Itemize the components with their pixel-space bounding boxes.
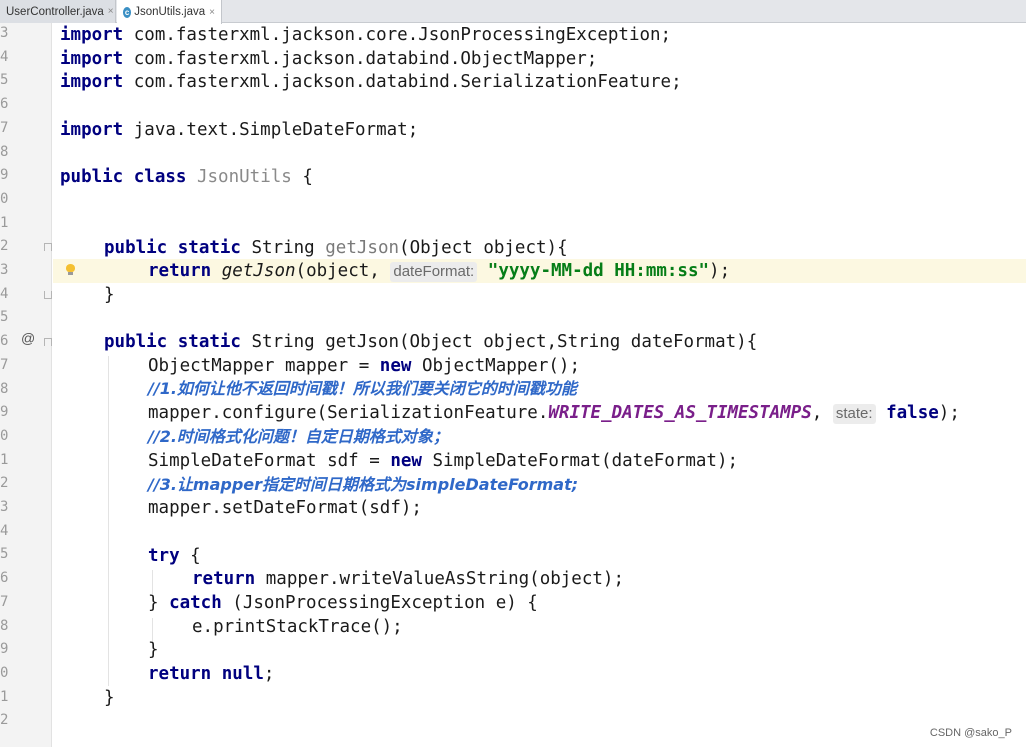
tab-jsonutils[interactable]: c JsonUtils.java × [117, 0, 222, 24]
java-class-icon: c [123, 6, 132, 18]
intention-bulb-icon[interactable] [66, 264, 75, 275]
line-number: 8 [0, 143, 9, 160]
line-number: 9 [0, 167, 9, 184]
line-number: 6 [0, 570, 9, 587]
code-line[interactable]: public static String getJson(Object obje… [104, 236, 568, 260]
line-number: 5 [0, 72, 9, 89]
code-line[interactable]: mapper.configure(SerializationFeature.WR… [148, 401, 960, 425]
code-line[interactable]: ObjectMapper mapper = new ObjectMapper()… [148, 354, 580, 378]
code-line[interactable]: mapper.setDateFormat(sdf); [148, 496, 422, 520]
code-line[interactable]: return null; [148, 662, 274, 686]
line-number: 0 [0, 190, 9, 207]
code-line[interactable]: SimpleDateFormat sdf = new SimpleDateFor… [148, 449, 738, 473]
code-line[interactable]: e.printStackTrace(); [192, 615, 403, 639]
line-number: 5 [0, 309, 9, 326]
code-line[interactable]: public class JsonUtils { [60, 165, 313, 189]
indent-guide [108, 356, 109, 686]
code-line[interactable]: return getJson(object, dateFormat: "yyyy… [148, 259, 730, 283]
tab-label: JsonUtils.java [134, 6, 206, 18]
line-number: 1 [0, 688, 9, 705]
code-line[interactable]: } [104, 283, 115, 307]
fold-icon[interactable] [44, 338, 52, 346]
line-number: 2 [0, 475, 9, 492]
close-icon[interactable]: × [209, 7, 215, 18]
line-number: 3 [0, 499, 9, 515]
code-comment[interactable]: //3.让mapper指定时间日期格式为simpleDateFormat; [148, 473, 578, 497]
line-number: 3 [0, 262, 9, 278]
tab-label: UserController.java [6, 5, 104, 18]
close-icon[interactable]: × [108, 6, 114, 17]
code-line[interactable]: return mapper.writeValueAsString(object)… [192, 567, 624, 591]
line-number: 4 [0, 48, 9, 65]
fold-icon[interactable] [44, 243, 52, 251]
line-number: 0 [0, 427, 9, 444]
code-line[interactable]: } [104, 686, 115, 710]
line-number: 3 [0, 25, 9, 41]
line-number: 2 [0, 238, 9, 255]
line-number: 7 [0, 356, 9, 373]
fold-icon[interactable] [44, 291, 52, 299]
line-number: 8 [0, 380, 9, 397]
line-number: 4 [0, 285, 9, 302]
line-number: 6 [0, 96, 9, 113]
code-line[interactable]: import java.text.SimpleDateFormat; [60, 118, 418, 142]
line-number: 0 [0, 664, 9, 681]
code-line[interactable]: import com.fasterxml.jackson.core.JsonPr… [60, 23, 671, 47]
line-number: 2 [0, 712, 9, 729]
code-line[interactable]: } [148, 638, 159, 662]
line-number: 9 [0, 404, 9, 421]
line-number: 7 [0, 119, 9, 136]
code-line[interactable]: import com.fasterxml.jackson.databind.Ob… [60, 47, 597, 71]
watermark: CSDN @sako_P [929, 727, 1012, 739]
code-line[interactable]: import com.fasterxml.jackson.databind.Se… [60, 70, 682, 94]
override-marker-icon[interactable]: @ [21, 330, 35, 346]
line-number: 1 [0, 214, 9, 231]
line-number: 8 [0, 617, 9, 634]
line-number: 9 [0, 641, 9, 658]
line-number: 5 [0, 546, 9, 563]
editor-tab-bar: UserController.java × c JsonUtils.java × [0, 0, 1026, 24]
parameter-hint: dateFormat: [390, 262, 478, 282]
code-comment[interactable]: //2.时间格式化问题！自定日期格式对象； [148, 425, 449, 449]
code-line[interactable]: public static String getJson(Object obje… [104, 330, 757, 354]
line-number: 4 [0, 522, 9, 539]
line-number: 1 [0, 451, 9, 468]
code-comment[interactable]: //1.如何让他不返回时间戳！所以我们要关闭它的时间戳功能 [148, 377, 577, 401]
line-number: 6 [0, 333, 9, 350]
code-line[interactable]: try { [148, 544, 201, 568]
code-line[interactable]: } catch (JsonProcessingException e) { [148, 591, 538, 615]
tab-usercontroller[interactable]: UserController.java × [0, 0, 116, 23]
line-number: 7 [0, 593, 9, 610]
parameter-hint: state: [832, 404, 876, 424]
